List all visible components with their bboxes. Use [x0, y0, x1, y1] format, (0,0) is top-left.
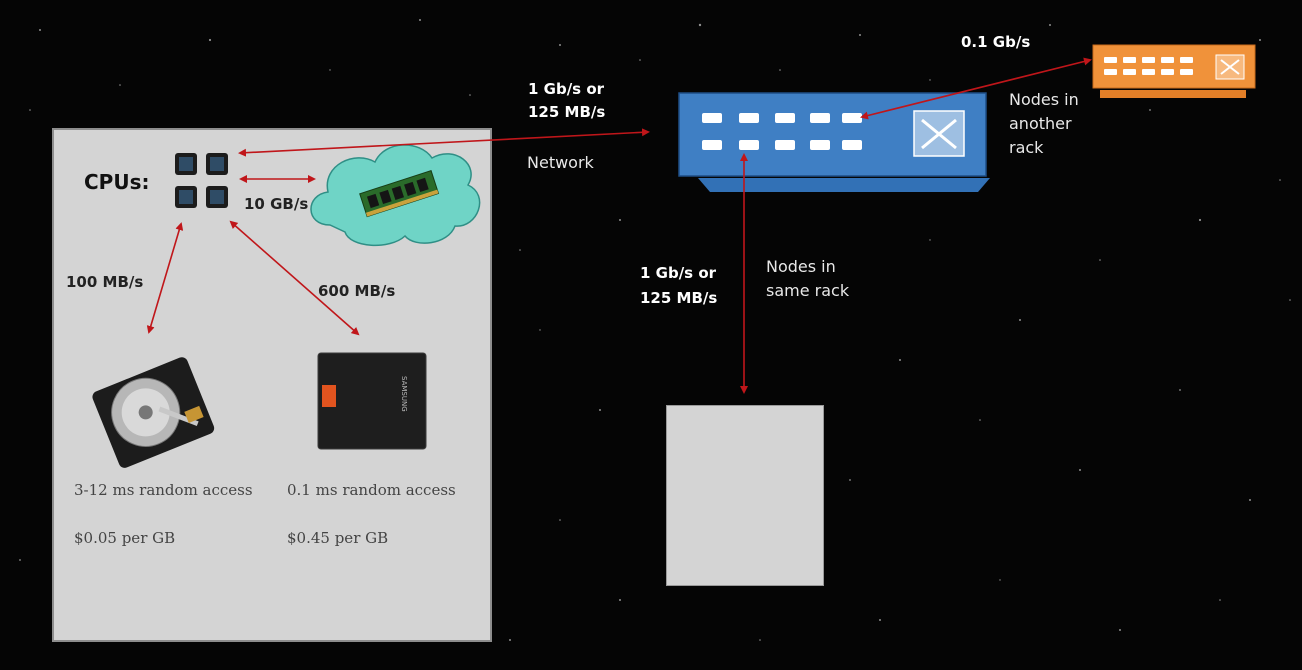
cpu-network-arrow — [238, 128, 650, 157]
cpus-label: CPUs: — [84, 170, 150, 194]
same-rack-label-line2: same rack — [766, 281, 850, 300]
same-rack-bandwidth-line1: 1 Gb/s or — [640, 264, 717, 282]
ssd-access-label: 0.1 ms random access — [287, 481, 456, 499]
ssd-brand-text: SAMSUNG — [400, 376, 408, 412]
rack-switch-icon — [678, 92, 990, 192]
other-rack-label-line2: another — [1009, 114, 1072, 133]
other-rack-label-line1: Nodes in — [1009, 90, 1079, 109]
hdd-access-label: 3-12 ms random access — [74, 481, 253, 499]
cpu-chips-icon — [175, 153, 228, 208]
same-rack-label-line1: Nodes in — [766, 257, 836, 276]
hard-drive-icon — [92, 357, 215, 468]
other-rack-bandwidth-label: 0.1 Gb/s — [961, 33, 1031, 51]
ssd-bandwidth-label: 600 MB/s — [318, 282, 396, 300]
ssd-cost-label: $0.45 per GB — [287, 529, 389, 547]
ram-cloud-icon — [310, 144, 481, 247]
cpu-ssd-arrow — [229, 220, 360, 336]
same-rack-bandwidth-line2: 125 MB/s — [640, 289, 718, 307]
cpu-hdd-arrow — [146, 222, 184, 334]
other-rack-label-line3: rack — [1009, 138, 1044, 157]
ssd-icon: SAMSUNG — [317, 352, 427, 450]
uplink-bandwidth-line2: 125 MB/s — [528, 103, 606, 121]
uplink-bandwidth-line1: 1 Gb/s or — [528, 80, 605, 98]
hdd-bandwidth-label: 100 MB/s — [66, 273, 144, 291]
network-label: Network — [527, 153, 594, 172]
ram-bandwidth-label: 10 GB/s — [244, 195, 309, 213]
hdd-cost-label: $0.05 per GB — [74, 529, 176, 547]
other-rack-switch-icon — [1092, 44, 1256, 98]
diagram-graphics: SAMSUNG — [92, 44, 1256, 468]
